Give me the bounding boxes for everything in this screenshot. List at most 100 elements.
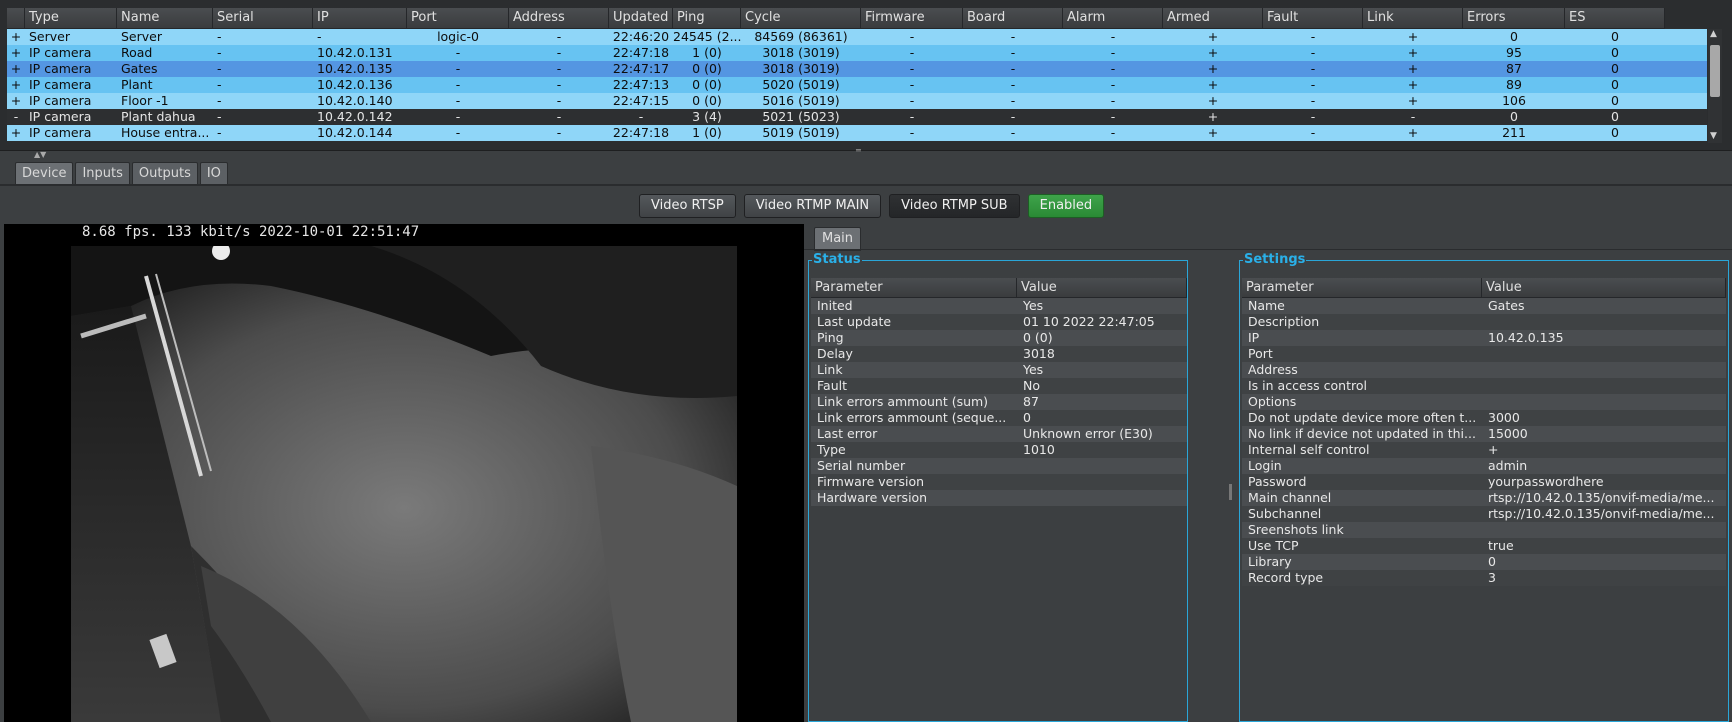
enabled-toggle[interactable]: Enabled <box>1027 194 1105 218</box>
tab-outputs[interactable]: Outputs <box>131 162 198 186</box>
param-row[interactable]: Serial number <box>811 458 1187 474</box>
param-row[interactable]: Port <box>1242 346 1726 362</box>
param-row[interactable]: Fault No <box>811 378 1187 394</box>
column-header-type[interactable]: Type <box>25 8 117 29</box>
column-header-board[interactable]: Board <box>963 8 1063 29</box>
param-value[interactable]: 1010 <box>1017 442 1187 458</box>
param-row[interactable]: Record type 3 <box>1242 570 1726 586</box>
param-row[interactable]: Description <box>1242 314 1726 330</box>
column-header-serial[interactable]: Serial <box>213 8 313 29</box>
status-col-value[interactable]: Value <box>1017 278 1187 298</box>
splitter-handle-icon[interactable]: ═ <box>856 146 861 155</box>
scrollbar-thumb[interactable] <box>1710 45 1720 97</box>
param-row[interactable]: Firmware version <box>811 474 1187 490</box>
status-col-parameter[interactable]: Parameter <box>811 278 1017 298</box>
table-row[interactable]: + IP camera House entra... -10.42.0.144- -22… <box>7 125 1707 141</box>
param-row[interactable]: Name Gates <box>1242 298 1726 314</box>
param-row[interactable]: IP 10.42.0.135 <box>1242 330 1726 346</box>
param-value[interactable]: rtsp://10.42.0.135/onvif-media/me... <box>1482 490 1726 506</box>
param-value[interactable]: Yes <box>1017 362 1187 378</box>
table-row[interactable]: + IP camera Floor -1 - 10.42.0.140 - - 22:47:15… <box>7 93 1707 109</box>
settings-col-parameter[interactable]: Parameter <box>1242 278 1482 298</box>
param-value[interactable]: admin <box>1482 458 1726 474</box>
param-value[interactable] <box>1482 362 1726 378</box>
param-value[interactable] <box>1482 346 1726 362</box>
param-value[interactable] <box>1482 314 1726 330</box>
column-header-alarm[interactable]: Alarm <box>1063 8 1163 29</box>
param-value[interactable] <box>1482 378 1726 394</box>
video-view[interactable]: 8.68 fps. 133 kbit/s 2022-10-01 22:51:47 <box>4 224 804 722</box>
table-row[interactable]: - IP camera Plant dahua -10.42.0.142- - -3 (4… <box>7 109 1707 125</box>
tab-inputs[interactable]: Inputs <box>75 162 130 186</box>
param-value[interactable] <box>1482 522 1726 538</box>
table-row[interactable]: + IP camera Plant - 10.42.0.136 - - 22:47:13 0 (… <box>7 77 1707 93</box>
video-rtmp-sub-button[interactable]: Video RTMP SUB <box>889 194 1020 218</box>
param-row[interactable]: Sreenshots link <box>1242 522 1726 538</box>
param-value[interactable]: 0 <box>1017 410 1187 426</box>
param-value[interactable]: 3018 <box>1017 346 1187 362</box>
column-header-link[interactable]: Link <box>1363 8 1463 29</box>
param-value[interactable]: Unknown error (E30) <box>1017 426 1187 442</box>
param-row[interactable]: Main channel rtsp://10.42.0.135/onvif-med… <box>1242 490 1726 506</box>
param-row[interactable]: Is in access control <box>1242 378 1726 394</box>
param-value[interactable]: 10.42.0.135 <box>1482 330 1726 346</box>
settings-col-value[interactable]: Value <box>1482 278 1726 298</box>
column-header-armed[interactable]: Armed <box>1163 8 1263 29</box>
column-header-address[interactable]: Address <box>509 8 609 29</box>
param-value[interactable]: 15000 <box>1482 426 1726 442</box>
column-header-exp[interactable] <box>7 8 25 29</box>
param-value[interactable]: 0 (0) <box>1017 330 1187 346</box>
param-value[interactable]: yourpasswordhere <box>1482 474 1726 490</box>
video-rtsp-button[interactable]: Video RTSP <box>639 194 736 218</box>
column-header-errors[interactable]: Errors <box>1463 8 1565 29</box>
table-row[interactable]: + IP camera Road - 10.42.0.131 - - 22:47:18 1 (0… <box>7 45 1707 61</box>
column-header-es[interactable]: ES <box>1565 8 1665 29</box>
param-row[interactable]: Password yourpasswordhere <box>1242 474 1726 490</box>
param-row[interactable]: Type 1010 <box>811 442 1187 458</box>
column-header-firmware[interactable]: Firmware <box>861 8 963 29</box>
column-header-ping[interactable]: Ping <box>673 8 741 29</box>
column-header-name[interactable]: Name <box>117 8 213 29</box>
param-value[interactable]: true <box>1482 538 1726 554</box>
param-row[interactable]: Ping 0 (0) <box>811 330 1187 346</box>
param-value[interactable]: rtsp://10.42.0.135/onvif-media/me... <box>1482 506 1726 522</box>
scroll-up-icon[interactable]: ▲ <box>1710 29 1717 39</box>
param-row[interactable]: Subchannel rtsp://10.42.0.135/onvif-media… <box>1242 506 1726 522</box>
param-row[interactable]: Inited Yes <box>811 298 1187 314</box>
param-value[interactable]: 87 <box>1017 394 1187 410</box>
param-value[interactable]: 3000 <box>1482 410 1726 426</box>
tab-device[interactable]: Device <box>15 162 74 186</box>
param-value[interactable] <box>1017 490 1187 506</box>
table-row[interactable]: + IP camera Gates - 10.42.0.135 - - 22:47:17 0 (… <box>7 61 1707 77</box>
param-value[interactable] <box>1017 474 1187 490</box>
param-row[interactable]: Address <box>1242 362 1726 378</box>
param-row[interactable]: Internal self control + <box>1242 442 1726 458</box>
scroll-down-icon[interactable]: ▼ <box>1710 131 1717 141</box>
param-row[interactable]: Use TCP true <box>1242 538 1726 554</box>
param-value[interactable]: No <box>1017 378 1187 394</box>
param-value[interactable]: 01 10 2022 22:47:05 <box>1017 314 1187 330</box>
video-rtmp-main-button[interactable]: Video RTMP MAIN <box>743 194 882 218</box>
column-header-cycle[interactable]: Cycle <box>741 8 861 29</box>
panel-splitter[interactable] <box>1229 484 1232 500</box>
param-value[interactable] <box>1017 458 1187 474</box>
param-value[interactable] <box>1482 394 1726 410</box>
param-row[interactable]: Login admin <box>1242 458 1726 474</box>
device-table-scrollbar[interactable]: ▲ ▼ <box>1708 29 1722 143</box>
param-value[interactable]: Yes <box>1017 298 1187 314</box>
param-row[interactable]: Link errors ammount (sum) 87 <box>811 394 1187 410</box>
param-row[interactable]: Link Yes <box>811 362 1187 378</box>
param-row[interactable]: Link errors ammount (seque... 0 <box>811 410 1187 426</box>
column-header-port[interactable]: Port <box>407 8 509 29</box>
param-value[interactable]: 0 <box>1482 554 1726 570</box>
table-row[interactable]: + Server Server - - logic-0 - 22:46:20 24545 (2.… <box>7 29 1707 45</box>
param-row[interactable]: Hardware version <box>811 490 1187 506</box>
horizontal-splitter[interactable] <box>0 150 1732 157</box>
tab-io[interactable]: IO <box>199 162 228 186</box>
column-header-fault[interactable]: Fault <box>1263 8 1363 29</box>
param-value[interactable]: + <box>1482 442 1726 458</box>
param-row[interactable]: Do not update device more often t... 3000 <box>1242 410 1726 426</box>
param-row[interactable]: Last update 01 10 2022 22:47:05 <box>811 314 1187 330</box>
param-value[interactable]: 3 <box>1482 570 1726 586</box>
param-row[interactable]: Library 0 <box>1242 554 1726 570</box>
